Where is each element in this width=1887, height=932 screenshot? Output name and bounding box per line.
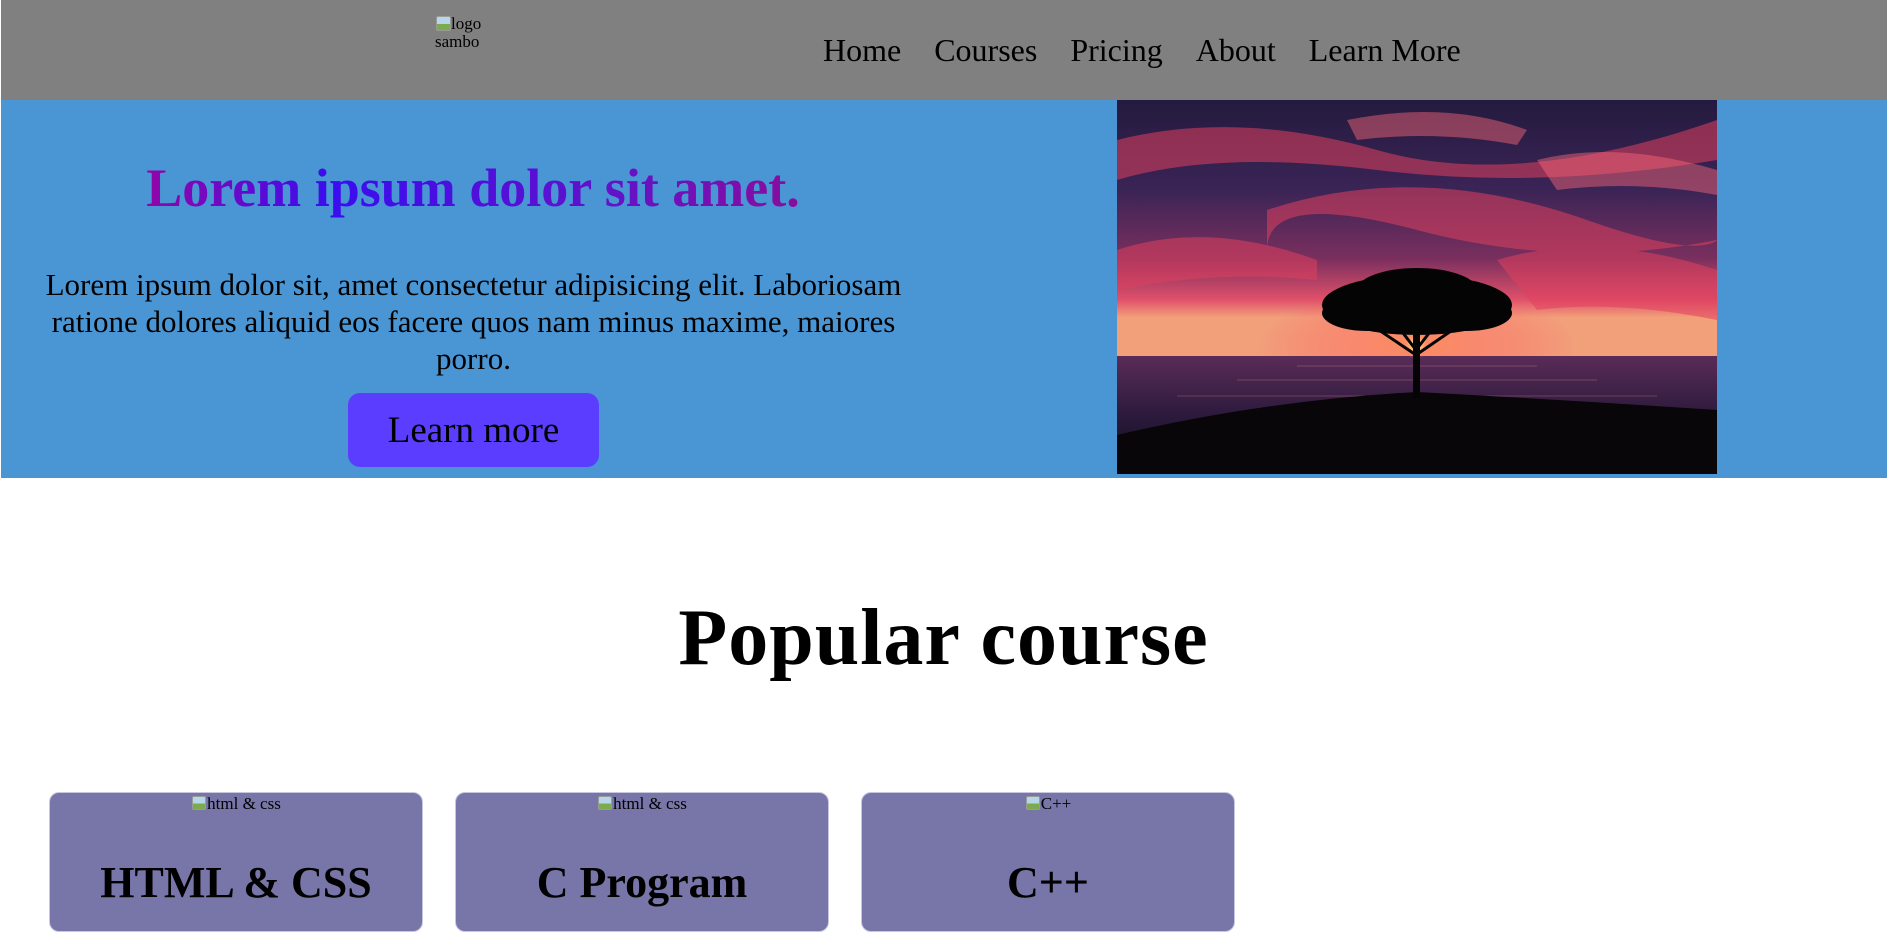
course-card-image-alt: html & css	[207, 794, 281, 813]
course-card-image-alt: html & css	[613, 794, 687, 813]
nav-pricing-link[interactable]: Pricing	[1070, 30, 1162, 70]
broken-image-icon	[1025, 795, 1041, 811]
course-card-title: HTML & CSS	[100, 858, 372, 907]
course-card-title: C++	[1007, 858, 1089, 907]
course-card-title: C Program	[536, 858, 748, 907]
hero-description: Lorem ipsum dolor sit, amet consectetur …	[45, 267, 902, 376]
nav-about-link[interactable]: About	[1196, 30, 1276, 70]
broken-image-icon	[597, 795, 613, 811]
course-card-image: html & css	[50, 793, 422, 815]
hero-content: Lorem ipsum dolor sit amet. Lorem ipsum …	[1, 100, 945, 478]
nav-courses-link[interactable]: Courses	[934, 30, 1037, 70]
popular-course-heading: Popular course	[678, 594, 1209, 682]
broken-image-icon	[191, 795, 207, 811]
course-card-c-program[interactable]: html & css C Program	[455, 792, 829, 932]
main-nav: Home Courses Pricing About Learn More	[823, 30, 1461, 70]
broken-image-icon	[435, 15, 451, 31]
course-card-html-css[interactable]: html & css HTML & CSS	[49, 792, 423, 932]
site-header: logo sambo Home Courses Pricing About Le…	[1, 0, 1887, 100]
learn-more-button[interactable]: Learn more	[348, 393, 599, 467]
hero-section: Lorem ipsum dolor sit amet. Lorem ipsum …	[1, 100, 1887, 478]
hero-title: Lorem ipsum dolor sit amet.	[1, 156, 945, 220]
course-card-image: C++	[862, 793, 1234, 815]
nav-home-link[interactable]: Home	[823, 30, 901, 70]
course-card-cpp[interactable]: C++ C++	[861, 792, 1235, 932]
nav-learn-more-link[interactable]: Learn More	[1309, 30, 1461, 70]
logo-image[interactable]: logo sambo	[435, 15, 483, 51]
course-card-image: html & css	[456, 793, 828, 815]
hero-sunset-image	[1117, 100, 1717, 474]
course-card-image-alt: C++	[1040, 794, 1072, 813]
